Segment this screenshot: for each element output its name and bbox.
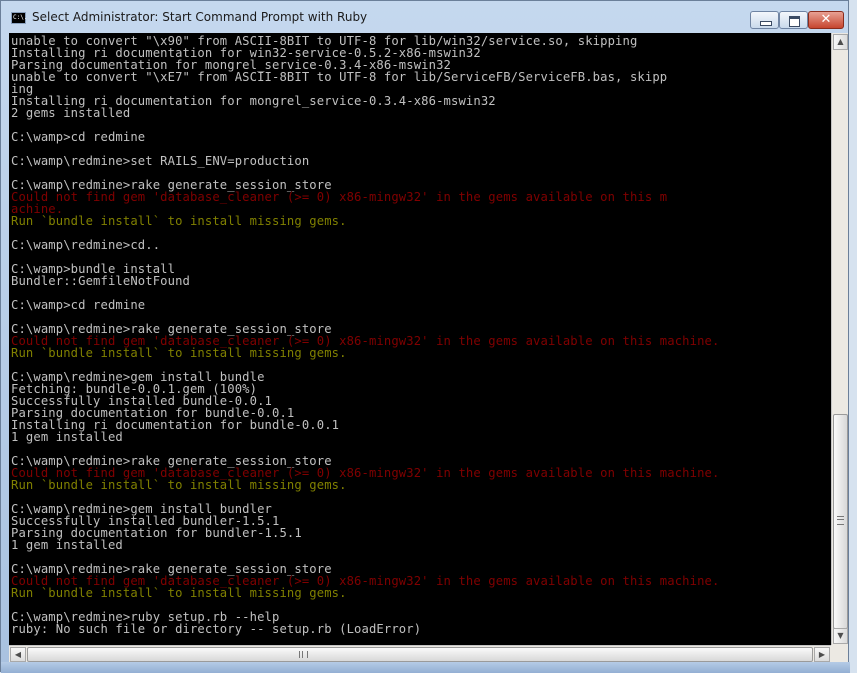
close-button[interactable]: ✕ bbox=[808, 11, 844, 29]
command-prompt-window: C:\. Select Administrator: Start Command… bbox=[0, 0, 850, 673]
console-line: C:\wamp\redmine>set RAILS_ENV=production bbox=[11, 154, 310, 168]
console-line: Run `bundle install` to install missing … bbox=[11, 478, 347, 492]
window-title: Select Administrator: Start Command Prom… bbox=[32, 10, 368, 24]
console-line: 1 gem installed bbox=[11, 538, 123, 552]
maximize-icon bbox=[789, 16, 800, 27]
console-line: 1 gem installed bbox=[11, 430, 123, 444]
minimize-icon bbox=[760, 21, 772, 26]
scroll-up-button[interactable]: ▲ bbox=[833, 34, 848, 50]
vertical-scroll-thumb[interactable] bbox=[833, 414, 848, 629]
console-line: Could not find gem 'database_cleaner (>=… bbox=[11, 190, 668, 204]
console-line: C:\wamp>cd redmine bbox=[11, 130, 146, 144]
console-line: Bundler::GemfileNotFound bbox=[11, 274, 190, 288]
horizontal-scrollbar[interactable]: ◀ ▶ bbox=[9, 645, 831, 662]
horizontal-scroll-thumb[interactable] bbox=[27, 647, 813, 662]
grip-icon bbox=[837, 516, 844, 525]
title-bar[interactable]: C:\. Select Administrator: Start Command… bbox=[1, 1, 848, 33]
scroll-down-button[interactable]: ▼ bbox=[833, 628, 848, 644]
console-line: Run `bundle install` to install missing … bbox=[11, 346, 347, 360]
window-bottom-frame bbox=[1, 662, 850, 673]
scroll-right-button[interactable]: ▶ bbox=[814, 647, 830, 662]
maximize-button[interactable] bbox=[779, 11, 808, 29]
console-line: 2 gems installed bbox=[11, 106, 131, 120]
console-line: C:\wamp>cd redmine bbox=[11, 298, 146, 312]
console-line: unable to convert "\xE7" from ASCII-8BIT… bbox=[11, 70, 668, 84]
grip-icon bbox=[299, 651, 308, 658]
vertical-scrollbar[interactable]: ▲ ▼ bbox=[831, 33, 848, 645]
close-icon: ✕ bbox=[820, 12, 832, 27]
console-line: Run `bundle install` to install missing … bbox=[11, 214, 347, 228]
console-line: Run `bundle install` to install missing … bbox=[11, 586, 347, 600]
console-output[interactable]: unable to convert "\x90" from ASCII-8BIT… bbox=[9, 33, 831, 645]
console-line: C:\wamp\redmine>cd.. bbox=[11, 238, 161, 252]
console-line: ruby: No such file or directory -- setup… bbox=[11, 622, 422, 636]
scroll-left-button[interactable]: ◀ bbox=[10, 647, 26, 662]
command-prompt-icon[interactable]: C:\. bbox=[11, 12, 27, 24]
minimize-button[interactable] bbox=[750, 11, 779, 29]
scrollbar-corner bbox=[831, 645, 848, 662]
